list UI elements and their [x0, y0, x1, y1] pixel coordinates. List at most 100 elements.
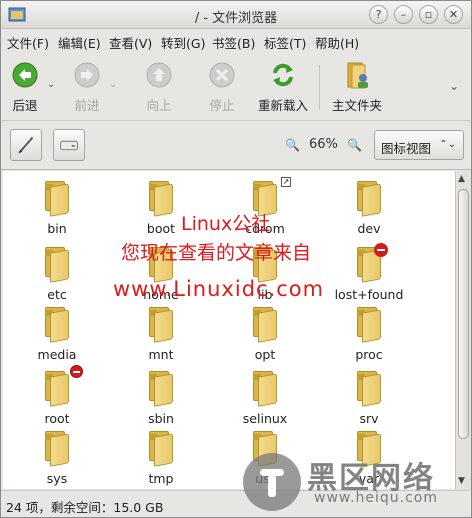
folder-icon: [43, 365, 83, 407]
up-button[interactable]: 向上: [141, 61, 177, 114]
reload-label: 重新载入: [257, 98, 308, 113]
menu-view[interactable]: 查看(V): [109, 33, 152, 52]
file-name: opt: [254, 347, 276, 362]
file-item[interactable]: bin: [9, 181, 105, 236]
folder-icon: [355, 371, 383, 407]
toolbar-overflow-menu[interactable]: ⌄: [449, 79, 459, 93]
heiqu-logo-icon: [243, 453, 301, 511]
home-folder-label: 主文件夹: [331, 98, 382, 113]
stop-icon: [209, 62, 235, 88]
file-item[interactable]: lost+found: [321, 247, 417, 302]
location-bar: 🔍 66% 🔍 图标视图 ⌃⌄: [1, 122, 471, 170]
up-arrow-icon: [146, 62, 172, 88]
file-item[interactable]: tmp: [113, 431, 209, 486]
folder-icon: [251, 371, 279, 407]
status-text: 24 项，剩余空间：15.0 GB: [6, 500, 164, 515]
scroll-thumb[interactable]: [458, 189, 469, 439]
file-name: selinux: [242, 411, 288, 426]
title-bar[interactable]: / - 文件浏览器 ? – ▫ ✕: [1, 1, 471, 29]
watermark-line2: 您现在查看的文章来自: [121, 242, 312, 264]
menu-go[interactable]: 转到(G): [161, 33, 205, 52]
heiqu-watermark-url: www.heiqu.com: [314, 490, 439, 506]
file-item[interactable]: sys: [9, 431, 105, 486]
file-name: lost+found: [334, 287, 404, 302]
file-item[interactable]: mnt: [113, 307, 209, 362]
file-name: root: [44, 411, 70, 426]
file-item[interactable]: etc: [9, 247, 105, 302]
folder-icon: [147, 307, 175, 343]
menu-edit[interactable]: 编辑(E): [58, 33, 101, 52]
no-access-badge-icon: [70, 365, 83, 378]
view-mode-select[interactable]: 图标视图 ⌃⌄: [374, 130, 464, 160]
menu-file[interactable]: 文件(F): [7, 33, 49, 52]
main-toolbar: 后退 ⌄ 前进 ⌄ 向上 停止 重新载入 主文件夹 ⌄: [1, 53, 471, 121]
zoom-level: 66%: [309, 137, 338, 152]
menu-bar: 文件(F) 编辑(E) 查看(V) 转到(G) 书签(B) 标签(T) 帮助(H…: [1, 29, 471, 53]
back-history-dropdown[interactable]: ⌄: [47, 79, 55, 90]
home-folder-button[interactable]: 主文件夹: [329, 61, 385, 114]
file-name: dev: [357, 221, 381, 236]
toggle-path-edit-button[interactable]: [10, 129, 42, 161]
file-item[interactable]: proc: [321, 307, 417, 362]
file-browser-window: / - 文件浏览器 ? – ▫ ✕ 文件(F) 编辑(E) 查看(V) 转到(G…: [0, 0, 472, 518]
watermark-no-entry-icon: [374, 243, 388, 257]
view-mode-value: 图标视图: [381, 141, 432, 156]
file-name: media: [37, 347, 77, 362]
reload-icon: [273, 63, 293, 87]
file-name: bin: [47, 221, 67, 236]
help-button[interactable]: ?: [369, 5, 388, 24]
folder-icon: [147, 181, 175, 217]
home-folder-icon: [347, 62, 368, 89]
file-name: etc: [47, 287, 67, 302]
folder-icon: [355, 181, 383, 217]
up-label: 向上: [146, 98, 172, 113]
zoom-out-icon[interactable]: 🔍: [285, 138, 300, 152]
back-label: 后退: [12, 98, 38, 113]
file-item[interactable]: opt: [217, 307, 313, 362]
forward-arrow-icon: [74, 62, 100, 88]
forward-history-dropdown[interactable]: ⌄: [109, 79, 117, 90]
file-item[interactable]: selinux: [217, 371, 313, 426]
file-name: sbin: [148, 411, 174, 426]
file-item[interactable]: srv: [321, 371, 417, 426]
stop-button[interactable]: 停止: [204, 61, 240, 114]
zoom-in-icon[interactable]: 🔍: [347, 138, 362, 152]
back-arrow-icon: [12, 62, 38, 88]
folder-icon: [147, 431, 175, 467]
watermark-line1: Linux公社: [181, 213, 271, 235]
folder-icon: [147, 371, 175, 407]
maximize-button[interactable]: ▫: [419, 5, 438, 24]
stop-label: 停止: [209, 98, 235, 113]
file-item[interactable]: dev: [321, 181, 417, 236]
file-item[interactable]: media: [9, 307, 105, 362]
folder-icon: [43, 431, 71, 467]
folder-icon: [355, 307, 383, 343]
scroll-down-arrow-icon[interactable]: ▼: [458, 476, 465, 486]
menu-bookmarks[interactable]: 书签(B): [212, 33, 255, 52]
minimize-button[interactable]: –: [394, 5, 413, 24]
view-mode-arrow-icon: ⌃⌄: [439, 139, 456, 150]
file-item[interactable]: root: [9, 365, 105, 426]
folder-icon: [43, 247, 71, 283]
file-name: sys: [46, 471, 68, 486]
toolbar-separator: [319, 65, 320, 109]
file-name: mnt: [148, 347, 174, 362]
menu-help[interactable]: 帮助(H): [315, 33, 359, 52]
reload-button[interactable]: 重新载入: [255, 61, 311, 114]
forward-button[interactable]: 前进: [69, 61, 105, 114]
folder-icon: [43, 181, 71, 217]
file-item[interactable]: sbin: [113, 371, 209, 426]
pencil-icon: [18, 136, 34, 154]
scroll-up-arrow-icon[interactable]: ▲: [458, 174, 465, 184]
symlink-badge-icon: ↗: [281, 177, 291, 187]
forward-label: 前进: [74, 98, 100, 113]
file-name: tmp: [148, 471, 174, 486]
folder-icon: [43, 307, 71, 343]
close-button[interactable]: ✕: [444, 5, 463, 24]
menu-tabs[interactable]: 标签(T): [264, 33, 306, 52]
drive-icon: [60, 140, 78, 151]
back-button[interactable]: 后退: [7, 61, 43, 114]
vertical-scrollbar[interactable]: ▲ ▼: [455, 171, 471, 489]
folder-icon: [251, 307, 279, 343]
drive-location-button[interactable]: [53, 129, 85, 161]
